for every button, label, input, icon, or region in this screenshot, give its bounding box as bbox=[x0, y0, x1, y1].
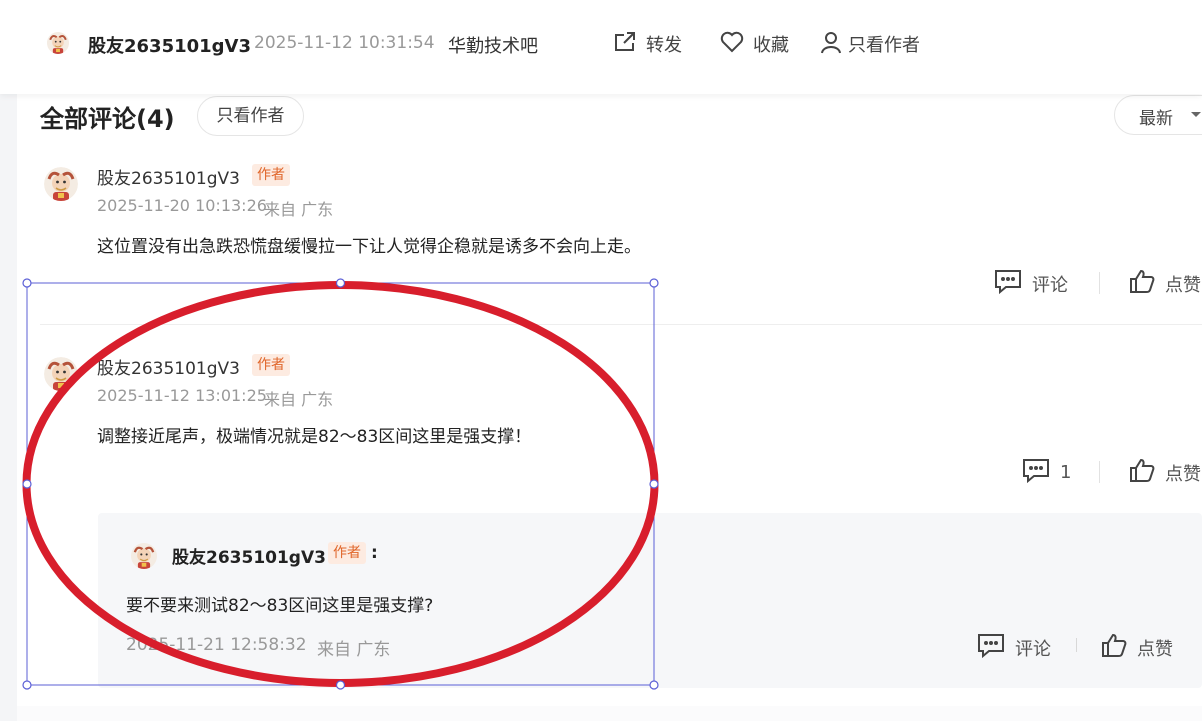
author-badge: 作者 bbox=[252, 164, 290, 186]
reply-time: 2025-11-21 12:58:32 bbox=[126, 635, 307, 655]
action-separator bbox=[1076, 638, 1077, 652]
reply-username[interactable]: 股友2635101gV3 bbox=[172, 543, 326, 568]
comment-username[interactable]: 股友2635101gV3 bbox=[97, 164, 240, 189]
comment-text: 调整接近尾声，极端情况就是82～83区间这里是强支撑！ bbox=[97, 427, 532, 447]
thumbs-up-icon bbox=[1129, 457, 1155, 488]
comments-title: 全部评论(4) bbox=[40, 105, 175, 133]
like-label: 点赞 bbox=[1165, 463, 1201, 485]
reply-colon: : bbox=[371, 543, 378, 563]
reply-like-label: 点赞 bbox=[1137, 638, 1173, 660]
share-label: 转发 bbox=[646, 35, 682, 56]
like-button[interactable]: 点赞 bbox=[1129, 457, 1201, 488]
comment-time: 2025-11-12 13:01:25 bbox=[97, 386, 267, 405]
post-header-bar: 股友2635101gV3 2025-11-12 10:31:54 华勤技术吧 转… bbox=[0, 0, 1202, 94]
forum-link[interactable]: 华勤技术吧 bbox=[448, 32, 538, 58]
comments-author-only-button[interactable]: 只看作者 bbox=[197, 96, 304, 136]
like-button[interactable]: 点赞 bbox=[1129, 268, 1201, 299]
comment-location: 来自 广东 bbox=[264, 200, 334, 219]
favorite-label: 收藏 bbox=[753, 35, 789, 56]
thumbs-up-icon bbox=[1101, 632, 1127, 663]
comment-time: 2025-11-20 10:13:26 bbox=[97, 196, 267, 215]
comment-divider bbox=[40, 324, 1202, 325]
comment-username[interactable]: 股友2635101gV3 bbox=[97, 354, 240, 379]
sort-dropdown[interactable]: 最新 bbox=[1114, 95, 1202, 135]
comment-text: 这位置没有出急跌恐慌盘缓慢拉一下让人觉得企稳就是诱多不会向上走。 bbox=[97, 237, 641, 257]
person-icon bbox=[820, 30, 842, 58]
comment-location: 来自 广东 bbox=[264, 390, 334, 409]
favorite-button[interactable]: 收藏 bbox=[719, 30, 789, 58]
comment-reply-button[interactable]: 1 bbox=[1022, 457, 1071, 488]
comment-icon bbox=[977, 632, 1005, 663]
author-badge: 作者 bbox=[328, 542, 366, 564]
post-author-name[interactable]: 股友2635101gV3 bbox=[88, 32, 251, 58]
page-bottom-gap bbox=[17, 706, 1202, 721]
comment-avatar-icon[interactable] bbox=[44, 167, 78, 201]
author-only-button[interactable]: 只看作者 bbox=[820, 30, 920, 58]
thumbs-up-icon bbox=[1129, 268, 1155, 299]
comment-reply-label: 评论 bbox=[1032, 274, 1068, 296]
caret-down-icon bbox=[1189, 106, 1202, 125]
comment-icon bbox=[1022, 457, 1050, 488]
reply-like-button[interactable]: 点赞 bbox=[1101, 632, 1173, 663]
heart-icon bbox=[719, 30, 745, 58]
comment-reply-count: 1 bbox=[1060, 462, 1072, 483]
action-separator bbox=[1099, 461, 1100, 483]
author-avatar-icon[interactable] bbox=[47, 32, 69, 54]
author-badge: 作者 bbox=[252, 354, 290, 376]
comment-icon bbox=[994, 268, 1022, 299]
action-separator bbox=[1099, 272, 1100, 294]
reply-comment-button[interactable]: 评论 bbox=[977, 632, 1051, 663]
left-rail bbox=[0, 94, 17, 721]
like-label: 点赞 bbox=[1165, 274, 1201, 296]
share-icon bbox=[613, 30, 637, 58]
reply-avatar-icon[interactable] bbox=[131, 543, 157, 569]
sort-label: 最新 bbox=[1139, 109, 1173, 129]
author-only-label: 只看作者 bbox=[848, 35, 920, 56]
comment-avatar-icon[interactable] bbox=[44, 357, 78, 391]
comment-reply-button[interactable]: 评论 bbox=[994, 268, 1068, 299]
reply-text: 要不要来测试82～83区间这里是强支撑? bbox=[126, 596, 434, 616]
post-timestamp: 2025-11-12 10:31:54 bbox=[254, 33, 435, 53]
share-button[interactable]: 转发 bbox=[613, 30, 682, 58]
reply-location: 来自 广东 bbox=[317, 640, 391, 660]
reply-comment-label: 评论 bbox=[1015, 638, 1051, 660]
